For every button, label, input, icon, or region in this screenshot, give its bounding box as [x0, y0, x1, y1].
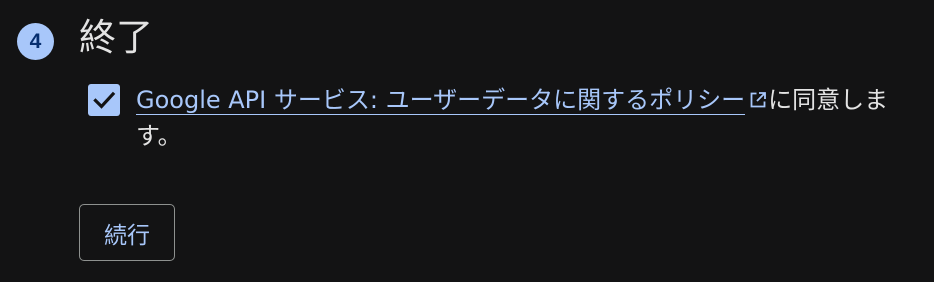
checkmark-icon: [93, 91, 116, 109]
step-number-badge: 4: [17, 23, 54, 60]
external-link-icon: [750, 92, 766, 108]
consent-text: Google API サービス: ユーザーデータに関するポリシー に同意します。: [136, 82, 926, 154]
step-title: 終了: [79, 16, 153, 59]
consent-checkbox[interactable]: [88, 84, 120, 116]
policy-link[interactable]: Google API サービス: ユーザーデータに関するポリシー: [136, 86, 746, 115]
continue-button[interactable]: 続行: [79, 204, 175, 261]
